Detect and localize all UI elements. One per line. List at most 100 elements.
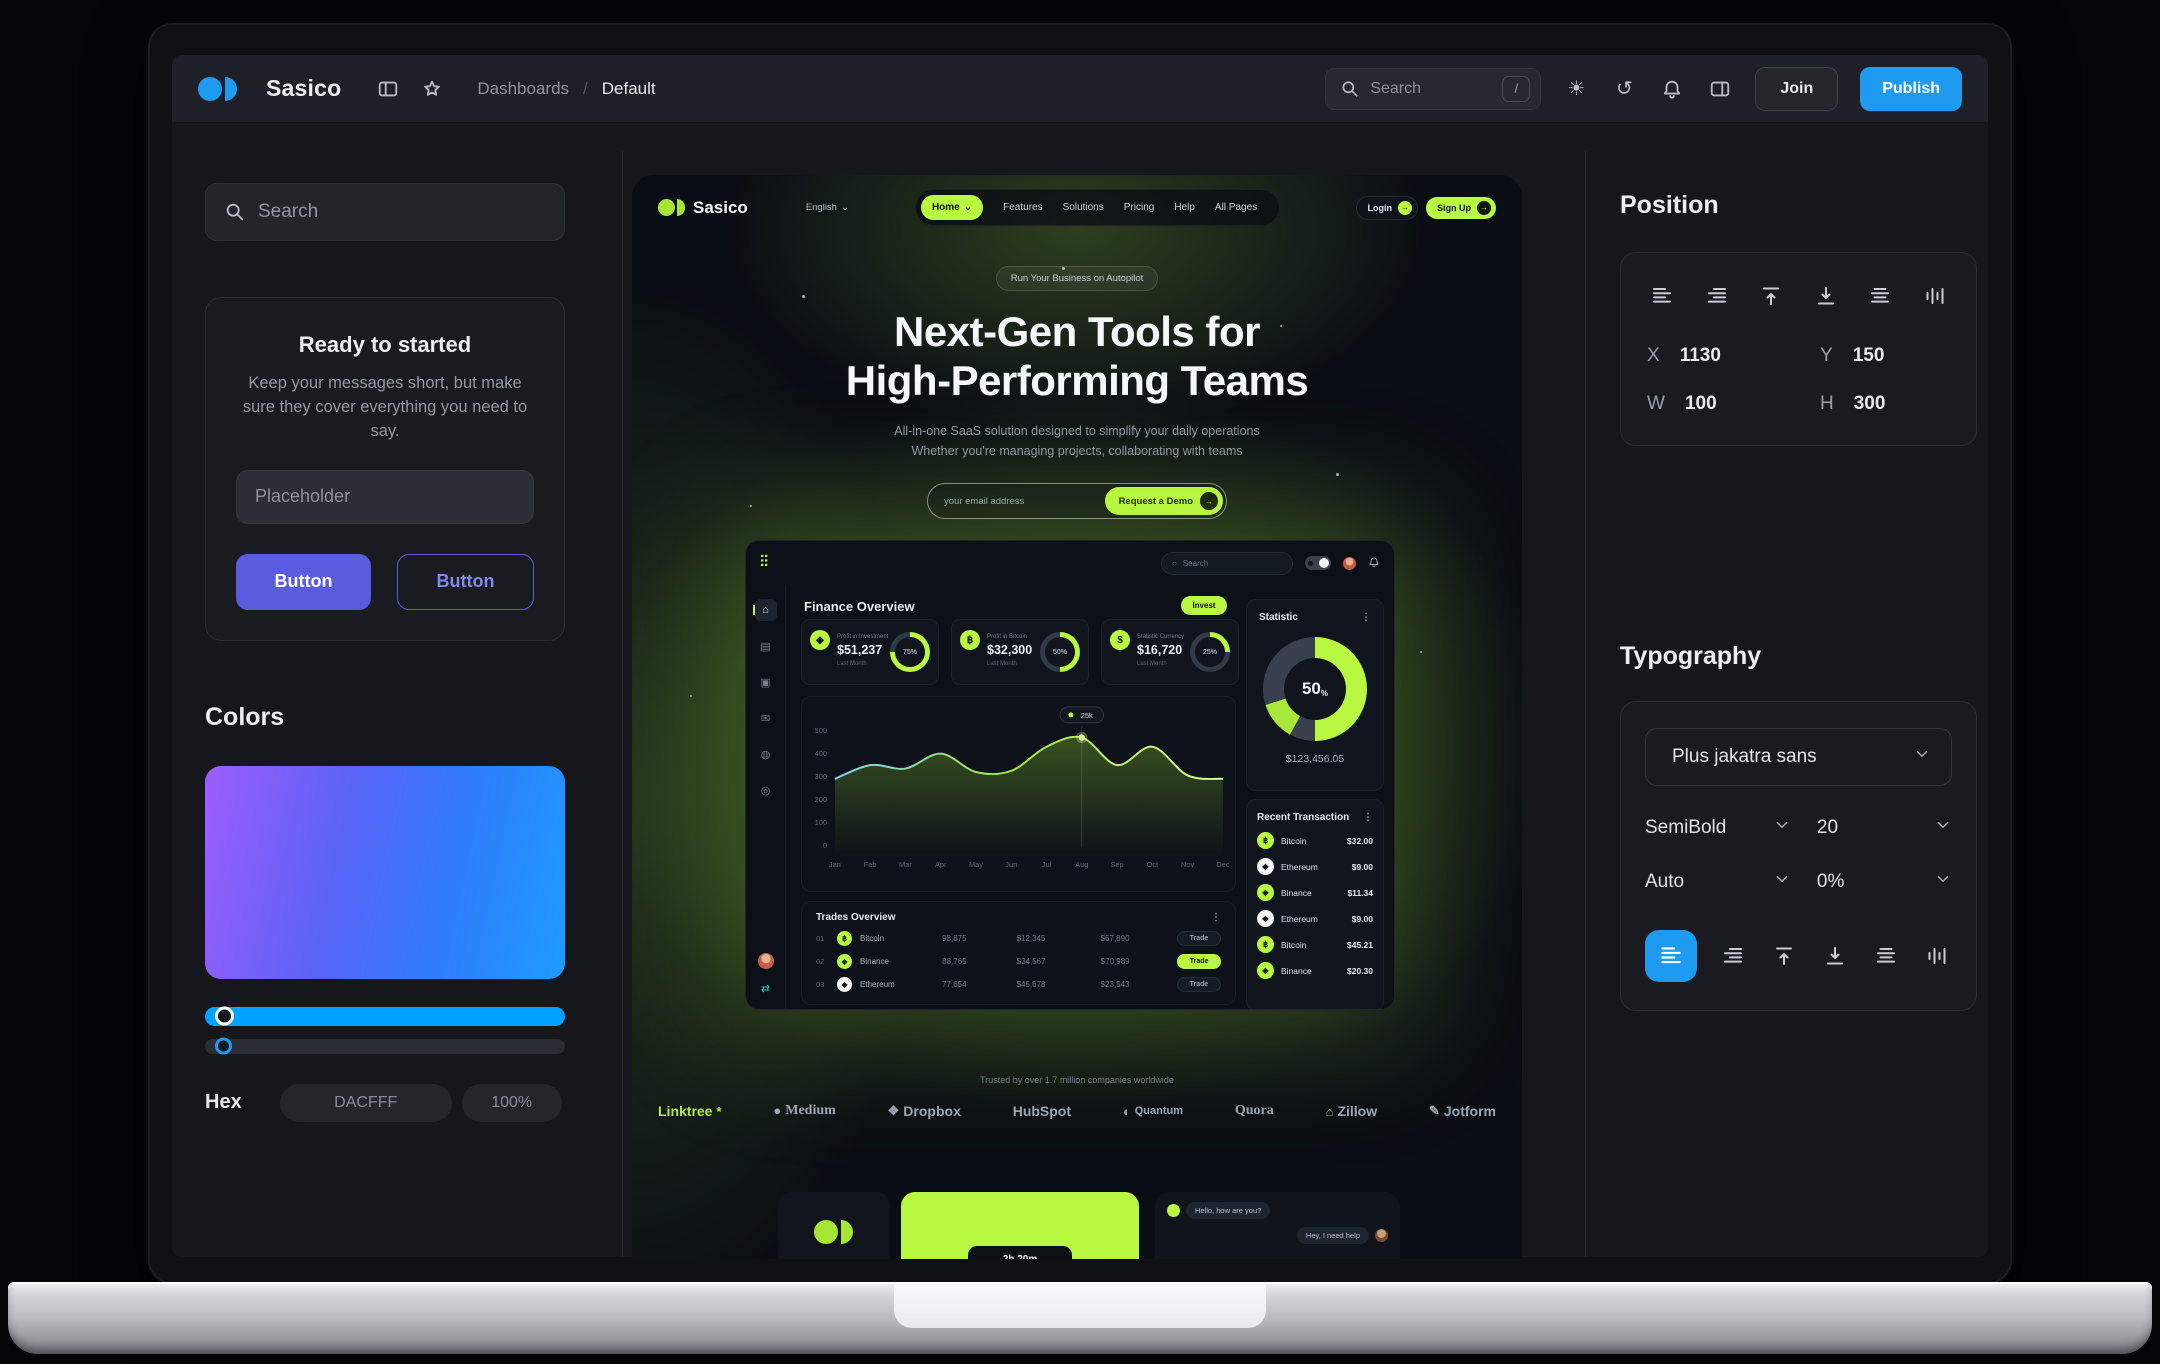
transaction-row[interactable]: ◆ Ethereum $9.00 — [1257, 858, 1373, 875]
secondary-button-sample[interactable]: Button — [397, 554, 534, 610]
opacity-slider-handle[interactable] — [215, 1038, 232, 1055]
cards-icon[interactable]: ▤ — [755, 635, 777, 657]
favorite-star-icon[interactable] — [419, 76, 445, 102]
w-value[interactable]: 100 — [1685, 393, 1717, 415]
letter-spacing-select[interactable]: 0% — [1817, 870, 1952, 894]
signup-button[interactable]: Sign Up→ — [1426, 197, 1496, 219]
home-icon[interactable]: ⌂ — [755, 599, 777, 621]
email-capture[interactable]: Request a Demo → — [927, 483, 1227, 519]
transaction-row[interactable]: ◈ Binance $11.34 — [1257, 884, 1373, 901]
opacity-slider[interactable] — [205, 1039, 565, 1054]
align-left-icon-active[interactable] — [1645, 930, 1697, 982]
svg-text:200: 200 — [815, 795, 827, 804]
language-selector[interactable]: English ⌄ — [806, 202, 849, 213]
join-button[interactable]: Join — [1755, 67, 1838, 111]
nav-item-help[interactable]: Help — [1174, 202, 1195, 213]
nav-item-all-pages[interactable]: All Pages — [1215, 202, 1257, 213]
app-title: Sasico — [266, 75, 341, 102]
transaction-row[interactable]: ฿ Bitcoin $45.21 — [1257, 936, 1373, 953]
profile-avatar[interactable] — [758, 953, 774, 969]
primary-button-sample[interactable]: Button — [236, 554, 371, 610]
distribute-vertical-icon[interactable] — [1920, 281, 1950, 311]
component-search-input[interactable] — [258, 201, 546, 223]
trade-button[interactable]: Trade — [1177, 977, 1221, 992]
starter-card-title: Ready to started — [236, 332, 534, 358]
theme-toggle[interactable] — [1305, 556, 1331, 570]
globe-icon[interactable]: ◍ — [755, 743, 777, 765]
hue-slider[interactable] — [205, 1007, 565, 1026]
hue-slider-handle[interactable] — [215, 1007, 234, 1026]
align-bottom-icon[interactable] — [1820, 941, 1850, 971]
transaction-row[interactable]: ฿ Bitcoin $32.00 — [1257, 832, 1373, 849]
trade-button[interactable]: Trade — [1177, 954, 1221, 969]
chart-x-axis: JanFebMarAprMayJunJulAugSepOctNovDec — [829, 860, 1230, 869]
transaction-row[interactable]: ◆ Ethereum $9.00 — [1257, 910, 1373, 927]
align-top-icon[interactable] — [1756, 281, 1786, 311]
align-right-icon[interactable] — [1718, 941, 1748, 971]
search-icon: ○ — [1172, 559, 1177, 568]
medium-logo: ●Medium — [773, 1103, 835, 1119]
nav-item-features[interactable]: Features — [1003, 202, 1042, 213]
notifications-bell-icon[interactable] — [1659, 76, 1685, 102]
search-input[interactable] — [1370, 80, 1492, 98]
jotform-logo: ✎Jotform — [1429, 1103, 1496, 1119]
font-weight-value: SemiBold — [1645, 817, 1726, 839]
color-gradient-picker[interactable] — [205, 766, 565, 979]
design-canvas[interactable]: Sasico English ⌄ Home⌄ Features Solution… — [632, 175, 1522, 1259]
settings-icon[interactable]: ◎ — [755, 779, 777, 801]
distribute-vertical-icon[interactable] — [1922, 941, 1952, 971]
wallet-icon[interactable]: ▣ — [755, 671, 777, 693]
placeholder-field[interactable] — [236, 470, 534, 524]
preview-logo[interactable]: Sasico — [658, 198, 748, 218]
history-icon[interactable]: ↺ — [1611, 76, 1637, 102]
align-top-icon[interactable] — [1769, 941, 1799, 971]
login-button[interactable]: Login→ — [1356, 196, 1419, 220]
text-align-toolbar — [1645, 930, 1952, 982]
diamond-coin-icon: ◆ — [810, 630, 830, 650]
chart-tooltip: 25k — [1060, 707, 1104, 723]
transaction-row[interactable]: ◈ Binance $20.30 — [1257, 962, 1373, 979]
align-center-icon[interactable] — [1865, 281, 1895, 311]
svg-text:Apr: Apr — [935, 860, 947, 869]
component-search[interactable] — [205, 183, 565, 241]
breadcrumb-current[interactable]: Default — [602, 79, 656, 99]
invest-button[interactable]: Invest — [1181, 596, 1227, 615]
align-bottom-icon[interactable] — [1811, 281, 1841, 311]
kebab-menu-icon[interactable]: ⋮ — [1361, 612, 1371, 623]
h-value[interactable]: 300 — [1854, 393, 1886, 415]
toggle-right-panel-icon[interactable] — [1707, 76, 1733, 102]
align-center-icon[interactable] — [1871, 941, 1901, 971]
trade-button[interactable]: Trade — [1177, 931, 1221, 946]
opacity-value-field[interactable]: 100% — [462, 1084, 562, 1122]
align-right-icon[interactable] — [1702, 281, 1732, 311]
user-avatar[interactable] — [1343, 557, 1356, 570]
global-search[interactable]: / — [1325, 68, 1541, 110]
nav-item-solutions[interactable]: Solutions — [1063, 202, 1104, 213]
messages-icon[interactable]: ✉ — [755, 707, 777, 729]
toggle-sidebar-icon[interactable] — [375, 76, 401, 102]
ethereum-coin-icon: ◆ — [837, 977, 852, 992]
font-weight-select[interactable]: SemiBold — [1645, 816, 1817, 840]
swap-icon[interactable]: ⇄ — [755, 977, 777, 999]
hex-value-field[interactable]: DACFFF — [280, 1084, 452, 1122]
nav-item-pricing[interactable]: Pricing — [1124, 202, 1155, 213]
bell-icon[interactable] — [1368, 556, 1380, 571]
chat-message: Hey, I need help — [1297, 1227, 1369, 1244]
dashboard-search[interactable]: ○ Search — [1161, 552, 1293, 575]
email-input[interactable] — [944, 496, 1094, 507]
font-family-select[interactable]: Plus jakatra sans — [1645, 728, 1952, 786]
theme-sun-icon[interactable]: ☀ — [1563, 76, 1589, 102]
request-demo-button[interactable]: Request a Demo → — [1105, 487, 1223, 515]
breadcrumb-dashboards[interactable]: Dashboards — [477, 79, 569, 99]
align-left-icon[interactable] — [1647, 281, 1677, 311]
stat-value: $51,237 — [837, 643, 883, 657]
kebab-menu-icon[interactable]: ⋮ — [1211, 912, 1221, 923]
y-value[interactable]: 150 — [1853, 345, 1885, 367]
line-height-select[interactable]: Auto — [1645, 870, 1817, 894]
x-value[interactable]: 1130 — [1680, 345, 1721, 367]
starter-card-component[interactable]: Ready to started Keep your messages shor… — [205, 297, 565, 641]
font-size-select[interactable]: 20 — [1817, 816, 1952, 840]
kebab-menu-icon[interactable]: ⋮ — [1363, 812, 1373, 823]
nav-item-home[interactable]: Home⌄ — [921, 195, 983, 220]
publish-button[interactable]: Publish — [1860, 67, 1962, 111]
